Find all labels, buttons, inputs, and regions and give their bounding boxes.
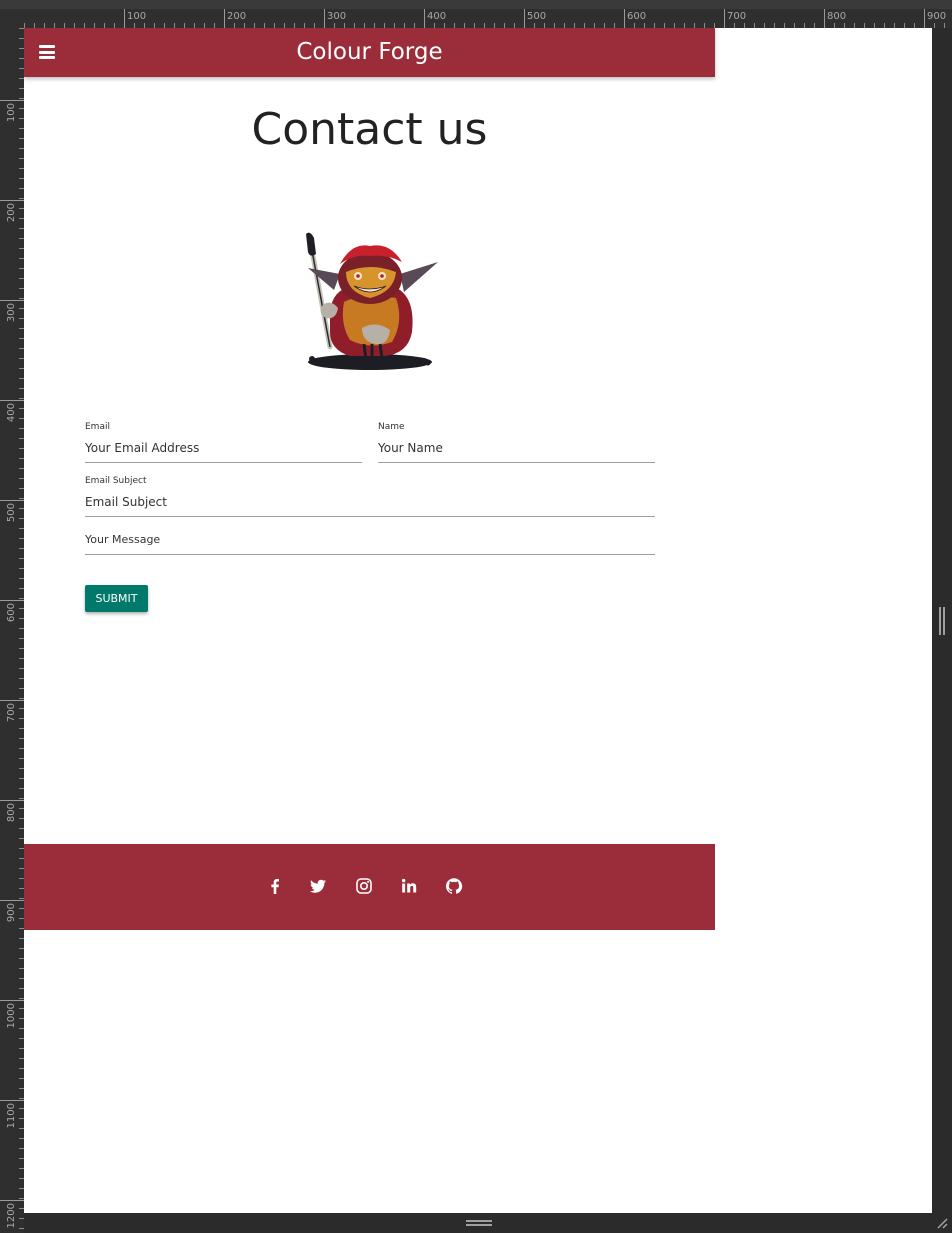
message-field[interactable] — [85, 531, 655, 555]
ruler-tick: 400 — [424, 9, 446, 28]
email-field[interactable] — [85, 439, 362, 463]
email-label: Email — [85, 422, 110, 432]
ruler-tick: 300 — [0, 300, 24, 322]
github-icon[interactable] — [445, 877, 463, 895]
subject-field[interactable] — [85, 493, 655, 517]
vertical-ruler: 100 200 300 400 500 600 700 800 900 1000… — [0, 28, 24, 1233]
ruler-tick: 200 — [224, 9, 246, 28]
width-resize-handle[interactable] — [939, 607, 945, 635]
ruler-tick: 700 — [0, 700, 24, 722]
ruler-tick: 500 — [524, 9, 546, 28]
page-title: Contact us — [251, 104, 488, 155]
subject-label: Email Subject — [85, 476, 147, 486]
ruler-tick: 500 — [0, 500, 24, 522]
goblin-painter-logo — [306, 232, 438, 370]
facebook-icon[interactable] — [266, 877, 284, 895]
ruler-corner — [0, 9, 24, 28]
ruler-tick: 400 — [0, 400, 24, 422]
ruler-tick: 1200 — [0, 1200, 24, 1228]
ruler-tick: 1000 — [0, 1000, 24, 1028]
name-field[interactable] — [378, 439, 655, 463]
ruler-tick: 700 — [724, 9, 746, 28]
ruler-tick: 800 — [0, 800, 24, 822]
height-resize-handle[interactable] — [466, 1220, 492, 1226]
footer — [24, 844, 715, 930]
linkedin-icon[interactable] — [400, 877, 418, 895]
corner-resize-icon[interactable] — [936, 1217, 948, 1229]
ruler-tick: 300 — [324, 9, 346, 28]
submit-button[interactable]: SUBMIT — [85, 585, 148, 612]
twitter-icon[interactable] — [309, 877, 327, 895]
device-viewport: Colour Forge Contact us Email Your Email… — [24, 28, 932, 1213]
ruler-tick: 600 — [0, 600, 24, 622]
horizontal-ruler: 100 200 300 400 500 600 700 800 900 — [24, 9, 952, 28]
name-label: Name — [378, 422, 405, 432]
instagram-icon[interactable] — [355, 877, 373, 895]
ruler-tick: 1100 — [0, 1100, 24, 1128]
ruler-tick: 900 — [0, 900, 24, 922]
ruler-tick: 200 — [0, 200, 24, 222]
ruler-tick: 100 — [0, 100, 24, 122]
ruler-tick: 100 — [124, 9, 146, 28]
devtools-top-strip — [0, 0, 952, 9]
brand-title[interactable]: Colour Forge — [24, 39, 715, 65]
ruler-tick: 900 — [924, 9, 946, 28]
navbar: Colour Forge — [24, 28, 715, 77]
ruler-tick: 800 — [824, 9, 846, 28]
ruler-tick: 600 — [624, 9, 646, 28]
